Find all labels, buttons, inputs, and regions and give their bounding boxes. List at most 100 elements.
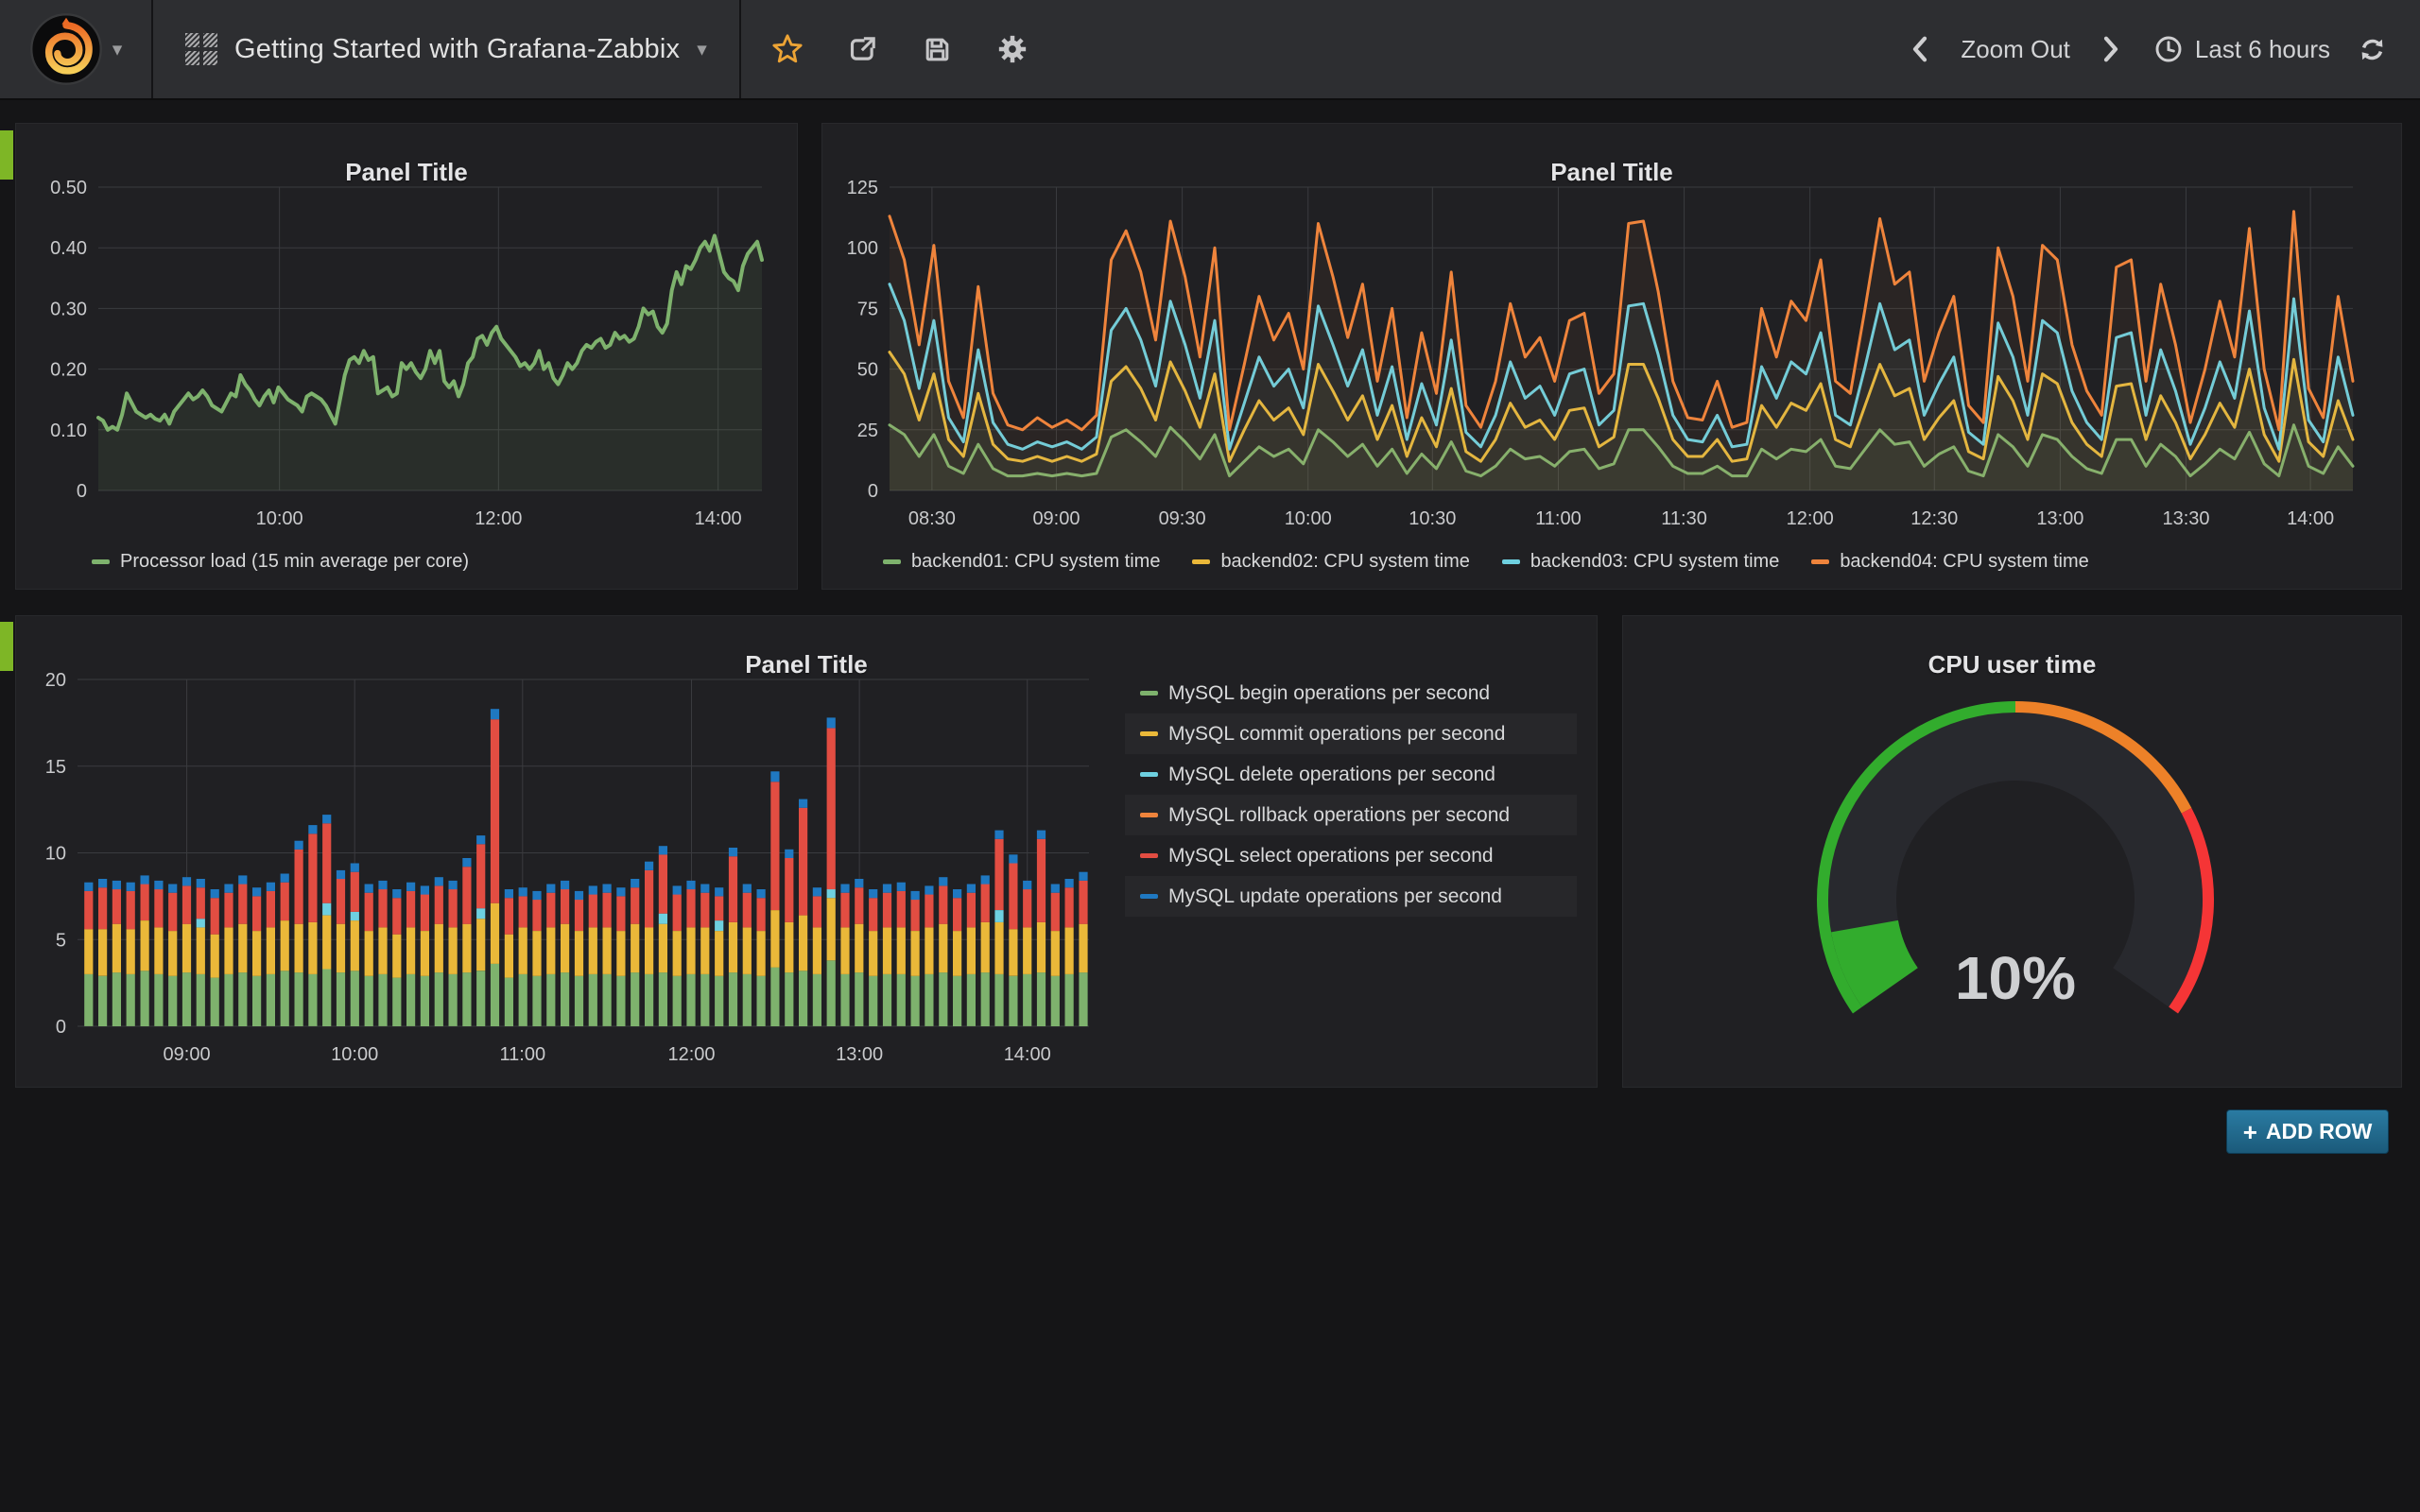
legend-label: backend02: CPU system time xyxy=(1220,551,1469,573)
legend-item[interactable]: MySQL select operations per second xyxy=(1125,835,1577,876)
legend-swatch xyxy=(1140,691,1158,696)
bar-segment xyxy=(729,848,737,856)
axis-label: 0.10 xyxy=(50,421,87,441)
legend-label: MySQL update operations per second xyxy=(1168,885,1502,908)
row-collapse-handle[interactable] xyxy=(0,622,13,671)
axis-label: 0.20 xyxy=(50,360,87,381)
bar-segment xyxy=(519,887,527,896)
bar-segment xyxy=(813,896,821,927)
bar-segment xyxy=(603,927,612,974)
add-row-button[interactable]: + ADD ROW xyxy=(2226,1109,2389,1154)
legend-swatch xyxy=(1192,559,1210,564)
bar-segment xyxy=(322,969,331,1026)
bar-segment xyxy=(673,885,682,894)
bar-segment xyxy=(281,883,289,920)
zoom-out-button[interactable]: Zoom Out xyxy=(1959,27,2072,72)
bar-segment xyxy=(869,976,877,1026)
bar-segment xyxy=(883,885,891,893)
legend-item[interactable]: backend01: CPU system time xyxy=(883,551,1160,573)
legend-swatch xyxy=(1140,894,1158,899)
time-picker-button[interactable]: Last 6 hours xyxy=(2150,26,2334,72)
bar-segment xyxy=(603,893,612,928)
legend-item[interactable]: backend02: CPU system time xyxy=(1192,551,1469,573)
legend-item[interactable]: MySQL commit operations per second xyxy=(1125,713,1577,754)
bar-segment xyxy=(112,881,121,889)
bar-segment xyxy=(532,891,541,900)
zoom-out-label: Zoom Out xyxy=(1961,35,2070,64)
legend-item[interactable]: backend03: CPU system time xyxy=(1502,551,1779,573)
bar-segment xyxy=(925,974,933,1026)
dashboard-title-dropdown[interactable]: Getting Started with Grafana-Zabbix ▾ xyxy=(153,0,739,98)
refresh-button[interactable] xyxy=(2357,26,2388,73)
bar-segment xyxy=(546,927,555,974)
bar-segment xyxy=(603,885,612,893)
bar-segment xyxy=(785,972,793,1026)
star-icon xyxy=(771,33,804,65)
bar-segment xyxy=(1037,922,1046,972)
bar-segment xyxy=(994,974,1003,1026)
legend-item[interactable]: MySQL rollback operations per second xyxy=(1125,795,1577,835)
bar-segment xyxy=(673,895,682,932)
panel-cpu-user-time-gauge: CPU user time 10% xyxy=(1622,615,2402,1088)
plus-icon: + xyxy=(2243,1120,2257,1144)
bar-segment xyxy=(197,974,205,1026)
bar-segment xyxy=(154,927,163,974)
bar-segment xyxy=(659,924,667,972)
time-shift-forward-button[interactable] xyxy=(2095,27,2127,71)
bar-segment xyxy=(813,974,821,1026)
bar-segment xyxy=(127,891,135,929)
bar-segment xyxy=(365,885,373,893)
legend-swatch xyxy=(1140,772,1158,777)
bar-segment xyxy=(1009,854,1017,863)
share-button[interactable] xyxy=(834,25,891,75)
bar-segment xyxy=(211,978,219,1026)
bar-segment xyxy=(462,858,471,867)
cpu-user-time-gauge[interactable]: 10% xyxy=(1623,616,2403,1089)
legend-item[interactable]: MySQL delete operations per second xyxy=(1125,754,1577,795)
bar-segment xyxy=(645,862,653,870)
bar-segment xyxy=(700,927,709,974)
bar-segment xyxy=(322,916,331,970)
bar-segment xyxy=(631,887,639,924)
time-shift-back-button[interactable] xyxy=(1904,27,1936,71)
grafana-logo-button[interactable]: ▾ xyxy=(0,0,151,98)
bar-segment xyxy=(981,875,990,884)
bar-segment xyxy=(1009,929,1017,975)
bar-segment xyxy=(659,914,667,924)
bar-segment xyxy=(616,887,625,896)
chevron-right-icon xyxy=(2100,35,2121,63)
legend-item[interactable]: backend04: CPU system time xyxy=(1811,551,2088,573)
row-collapse-handle[interactable] xyxy=(0,130,13,180)
bar-segment xyxy=(295,972,303,1026)
legend-item[interactable]: Processor load (15 min average per core) xyxy=(92,551,469,573)
bar-segment xyxy=(645,927,653,974)
bar-segment xyxy=(238,885,247,924)
star-button[interactable] xyxy=(758,24,817,75)
settings-button[interactable] xyxy=(983,24,1042,75)
save-button[interactable] xyxy=(908,25,966,75)
bar-segment xyxy=(729,972,737,1026)
legend-item[interactable]: MySQL begin operations per second xyxy=(1125,673,1577,713)
grafana-logo-icon xyxy=(29,12,103,86)
bar-segment xyxy=(351,872,359,912)
bar-segment xyxy=(211,898,219,935)
bar-segment xyxy=(98,887,107,929)
bar-segment xyxy=(840,974,849,1026)
axis-label: 15 xyxy=(45,757,66,778)
bar-segment xyxy=(308,922,317,974)
bar-segment xyxy=(546,893,555,928)
bar-segment xyxy=(869,931,877,976)
bar-segment xyxy=(337,870,345,879)
bar-segment xyxy=(449,881,458,889)
bar-segment xyxy=(378,927,387,974)
processor-load-chart[interactable]: 0.500.400.300.200.10010:0012:0014:00 xyxy=(16,124,799,591)
legend-item[interactable]: MySQL update operations per second xyxy=(1125,876,1577,917)
bar-segment xyxy=(141,971,149,1026)
cpu-system-time-chart[interactable]: 125100755025008:3009:0009:3010:0010:3011… xyxy=(822,124,2403,591)
share-icon xyxy=(847,34,878,65)
bar-segment xyxy=(813,887,821,896)
bar-segment xyxy=(994,922,1003,974)
bar-segment xyxy=(770,782,779,910)
gear-icon xyxy=(996,33,1028,65)
bar-segment xyxy=(505,935,513,978)
